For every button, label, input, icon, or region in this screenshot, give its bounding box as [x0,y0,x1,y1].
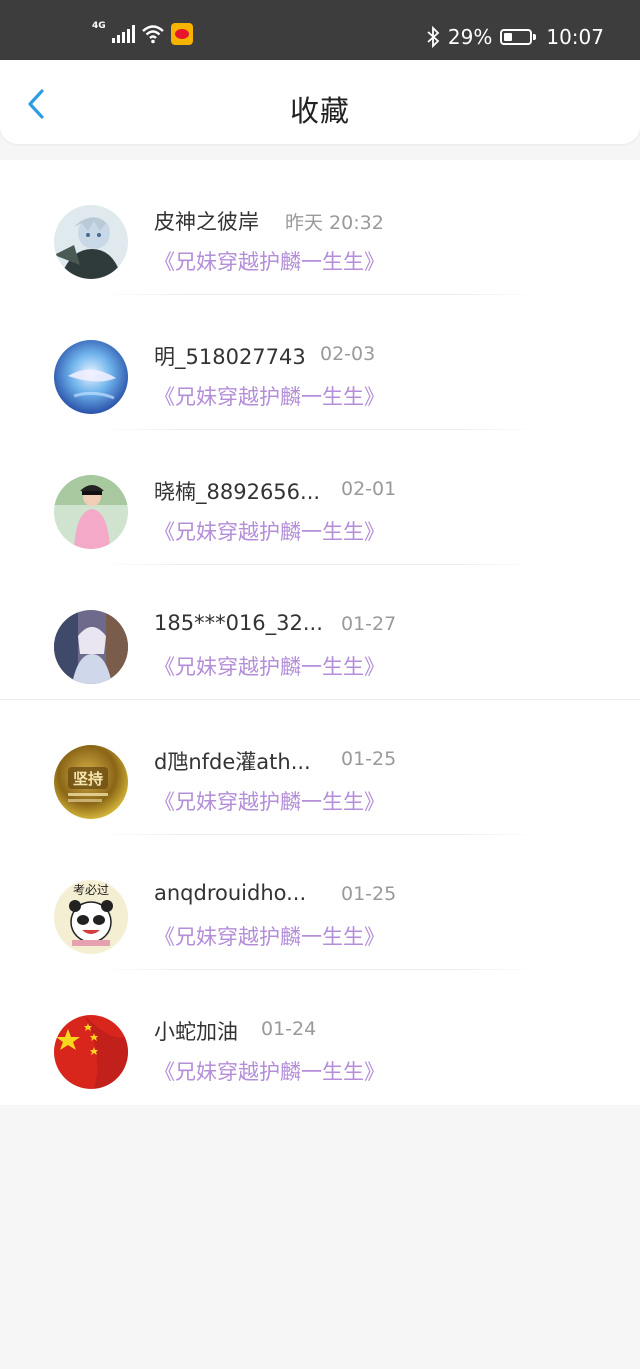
favorite-time: 01-27 [341,613,397,635]
wifi-icon [141,25,164,44]
status-bar: 4G 29% 10:07 [0,0,640,60]
list-item[interactable]: 小蛇加油 01-24 《兄妹穿越护麟一生生》 [0,970,640,1105]
favorite-time: 02-03 [320,343,376,365]
list-item[interactable]: 皮神之彼岸 昨天 20:32 《兄妹穿越护麟一生生》 [0,160,640,295]
favorites-list: 皮神之彼岸 昨天 20:32 《兄妹穿越护麟一生生》 明_518027743 0… [0,160,640,1105]
book-title-link[interactable]: 《兄妹穿越护麟一生生》 [154,246,385,276]
list-item[interactable]: 考必过 anqdrouidho... 01-25 《兄妹穿越护麟一生生》 [0,835,640,970]
avatar[interactable] [54,205,128,279]
list-item[interactable]: 晓楠_8892656... 02-01 《兄妹穿越护麟一生生》 [0,430,640,565]
book-title-link[interactable]: 《兄妹穿越护麟一生生》 [154,381,385,411]
avatar-badge-text: 坚持 [73,770,103,788]
weibo-notification-icon [170,23,193,45]
avatar-banner-text: 考必过 [73,883,109,897]
avatar[interactable]: 坚持 [54,745,128,819]
favorite-time: 01-24 [261,1018,317,1040]
favorite-time: 02-01 [341,478,397,500]
book-title-link[interactable]: 《兄妹穿越护麟一生生》 [154,921,385,951]
battery-icon [500,29,537,45]
book-title-link[interactable]: 《兄妹穿越护麟一生生》 [154,651,385,681]
user-name: 明_518027743 [154,345,306,369]
status-left: 4G [92,20,193,48]
clock: 10:07 [546,25,604,49]
avatar[interactable] [54,610,128,684]
avatar[interactable] [54,1015,128,1089]
avatar[interactable]: 考必过 [54,880,128,954]
list-item[interactable]: 明_518027743 02-03 《兄妹穿越护麟一生生》 [0,295,640,430]
user-name: d虺nfde灌ath... [154,750,311,774]
battery-percent: 29% [447,25,493,49]
header-bar: 收藏 [0,60,640,144]
avatar[interactable] [54,340,128,414]
book-title-link[interactable]: 《兄妹穿越护麟一生生》 [154,1056,385,1086]
status-right: 29% 10:07 [426,20,604,54]
avatar[interactable] [54,475,128,549]
favorite-time: 01-25 [341,748,397,770]
user-name: anqdrouidho... [154,881,307,905]
user-name: 晓楠_8892656... [154,480,321,504]
network-type: 4G [92,21,106,31]
book-title-link[interactable]: 《兄妹穿越护麟一生生》 [154,516,385,546]
list-item[interactable]: 185***016_32... 01-27 《兄妹穿越护麟一生生》 [0,565,640,700]
bluetooth-icon [427,26,440,48]
list-item[interactable]: 坚持 d虺nfde灌ath... 01-25 《兄妹穿越护麟一生生》 [0,700,640,835]
user-name: 185***016_32... [154,611,323,635]
signal-icon [111,25,135,43]
page-title: 收藏 [289,94,350,128]
user-name: 小蛇加油 [154,1020,238,1044]
book-title-link[interactable]: 《兄妹穿越护麟一生生》 [154,786,385,816]
favorite-time: 01-25 [341,883,397,905]
user-name: 皮神之彼岸 [154,210,259,234]
favorite-time: 昨天 20:32 [285,212,384,234]
